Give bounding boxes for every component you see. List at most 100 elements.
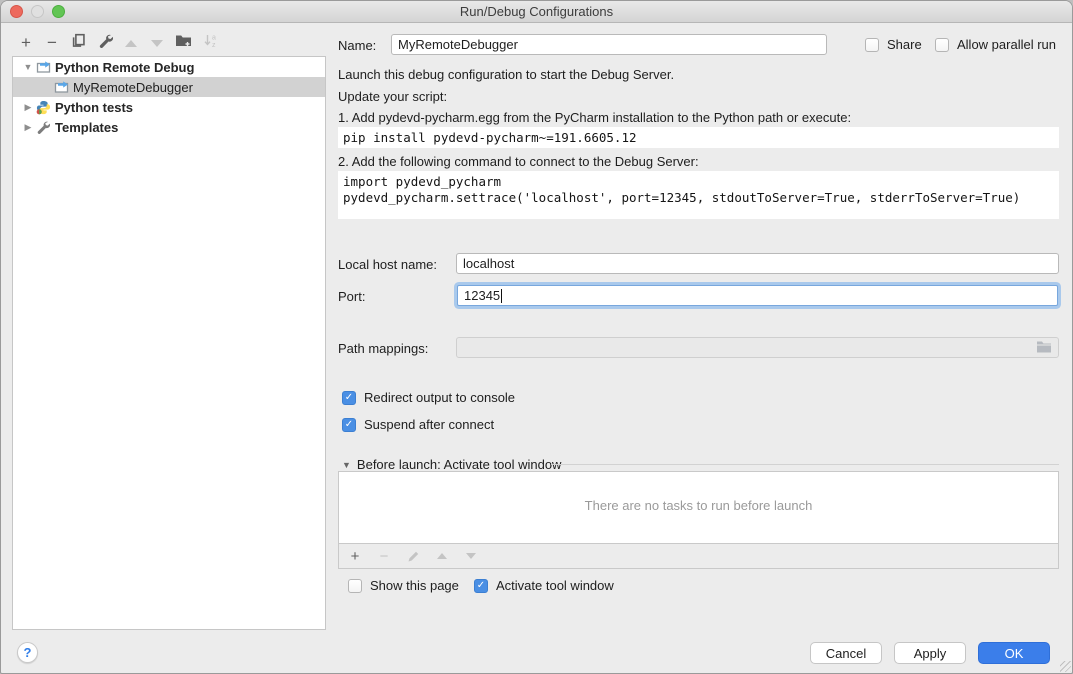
allow-parallel-run-label: Allow parallel run (957, 37, 1056, 52)
redirect-output-label: Redirect output to console (364, 390, 515, 405)
suspend-after-connect-label: Suspend after connect (364, 417, 494, 432)
text-cursor (501, 289, 502, 303)
intro-line-1: Launch this debug configuration to start… (338, 67, 674, 82)
title-bar[interactable]: Run/Debug Configurations (1, 1, 1072, 23)
show-this-page-row: Show this page (348, 578, 459, 593)
port-value: 12345 (464, 288, 500, 303)
minimize-button[interactable] (31, 5, 44, 18)
edit-templates-button[interactable] (94, 32, 116, 54)
share-label: Share (887, 37, 922, 52)
pip-install-code: pip install pydevd-pycharm~=191.6605.12 (338, 127, 1059, 148)
svg-text:a: a (212, 35, 216, 42)
new-folder-button[interactable] (172, 32, 194, 54)
remote-debug-icon (35, 59, 51, 75)
plus-icon: + (21, 33, 31, 53)
apply-button[interactable]: Apply (894, 642, 966, 664)
svg-text:z: z (212, 42, 216, 48)
before-launch-toolbar: + − (339, 543, 1058, 568)
activate-tool-window-row: ✓ Activate tool window (474, 578, 614, 593)
configurations-tree: ▼ Python Remote Debug MyRemoteDebugger ▶… (12, 56, 326, 630)
settrace-code: import pydevd_pycharm pydevd_pycharm.set… (338, 171, 1059, 219)
name-input[interactable]: MyRemoteDebugger (391, 34, 827, 55)
before-launch-empty-text: There are no tasks to run before launch (339, 498, 1058, 513)
arrow-down-icon (466, 553, 476, 559)
folder-plus-icon (175, 33, 192, 53)
remove-task-button[interactable]: − (376, 548, 392, 565)
tree-item-label: Python tests (55, 100, 133, 115)
settrace-line: pydevd_pycharm.settrace('localhost', por… (343, 190, 1020, 205)
allow-parallel-checkbox-row: Allow parallel run (935, 37, 1056, 52)
tree-item-label: Python Remote Debug (55, 60, 194, 75)
local-host-value: localhost (463, 256, 514, 271)
tree-item-myremotedebugger[interactable]: MyRemoteDebugger (13, 77, 325, 97)
local-host-input[interactable]: localhost (456, 253, 1059, 274)
activate-tool-window-label: Activate tool window (496, 578, 614, 593)
zoom-button[interactable] (52, 5, 65, 18)
step-1-text: 1. Add pydevd-pycharm.egg from the PyCha… (338, 110, 851, 125)
add-configuration-button[interactable]: + (15, 32, 37, 54)
templates-wrench-icon (35, 119, 51, 135)
copy-configuration-button[interactable] (67, 32, 89, 54)
redirect-output-checkbox[interactable]: ✓ (342, 391, 356, 405)
pip-install-command: pip install pydevd-pycharm~=191.6605.12 (343, 130, 637, 145)
intro-line-2: Update your script: (338, 89, 447, 104)
show-this-page-label: Show this page (370, 578, 459, 593)
wrench-icon (98, 33, 113, 53)
show-this-page-checkbox[interactable] (348, 579, 362, 593)
arrow-up-icon (125, 40, 137, 47)
sort-az-icon: az (203, 33, 218, 53)
redirect-output-row: ✓ Redirect output to console (342, 390, 515, 405)
before-launch-separator (551, 464, 1059, 465)
chevron-right-icon[interactable]: ▶ (21, 122, 35, 133)
path-mappings-label: Path mappings: (338, 341, 428, 356)
browse-folder-icon[interactable] (1036, 340, 1052, 356)
tree-item-label: Templates (55, 120, 118, 135)
before-launch-header[interactable]: ▼ Before launch: Activate tool window (342, 457, 561, 472)
move-task-up-button[interactable] (434, 553, 450, 559)
suspend-after-connect-checkbox[interactable]: ✓ (342, 418, 356, 432)
copy-icon (71, 33, 86, 53)
share-checkbox-row: Share (865, 37, 922, 52)
before-launch-title: Before launch: Activate tool window (357, 457, 562, 472)
chevron-right-icon[interactable]: ▶ (21, 102, 35, 113)
traffic-lights (10, 5, 65, 18)
question-mark-icon: ? (24, 645, 32, 660)
move-down-button[interactable] (146, 32, 168, 54)
python-tests-icon (35, 99, 51, 115)
suspend-after-connect-row: ✓ Suspend after connect (342, 417, 494, 432)
remove-configuration-button[interactable]: − (41, 32, 63, 54)
window-title: Run/Debug Configurations (460, 4, 613, 19)
tree-item-templates[interactable]: ▶ Templates (13, 117, 325, 137)
arrow-down-icon (151, 40, 163, 47)
add-task-button[interactable]: + (347, 548, 363, 565)
allow-parallel-run-checkbox[interactable] (935, 38, 949, 52)
activate-tool-window-checkbox[interactable]: ✓ (474, 579, 488, 593)
help-button[interactable]: ? (17, 642, 38, 663)
import-line: import pydevd_pycharm (343, 174, 501, 189)
minus-icon: − (47, 33, 57, 53)
sort-configurations-button[interactable]: az (199, 32, 221, 54)
remote-debug-icon (53, 79, 69, 95)
edit-task-button[interactable] (405, 550, 421, 563)
tree-item-python-tests[interactable]: ▶ Python tests (13, 97, 325, 117)
run-debug-configurations-dialog: Run/Debug Configurations + − az ▼ Python… (0, 0, 1073, 674)
name-label: Name: (338, 38, 376, 53)
share-checkbox[interactable] (865, 38, 879, 52)
name-value: MyRemoteDebugger (398, 37, 518, 52)
resize-grip[interactable] (1060, 661, 1071, 672)
tree-item-python-remote-debug[interactable]: ▼ Python Remote Debug (13, 57, 325, 77)
before-launch-task-list: There are no tasks to run before launch … (338, 471, 1059, 569)
tree-item-label: MyRemoteDebugger (73, 80, 193, 95)
move-up-button[interactable] (120, 32, 142, 54)
path-mappings-input[interactable] (456, 337, 1059, 358)
port-label: Port: (338, 289, 365, 304)
chevron-down-icon[interactable]: ▼ (21, 62, 35, 72)
cancel-button[interactable]: Cancel (810, 642, 882, 664)
local-host-label: Local host name: (338, 257, 437, 272)
move-task-down-button[interactable] (463, 553, 479, 559)
ok-button[interactable]: OK (978, 642, 1050, 664)
port-input[interactable]: 12345 (457, 285, 1058, 306)
chevron-down-icon[interactable]: ▼ (342, 460, 351, 470)
step-2-text: 2. Add the following command to connect … (338, 154, 699, 169)
close-button[interactable] (10, 5, 23, 18)
